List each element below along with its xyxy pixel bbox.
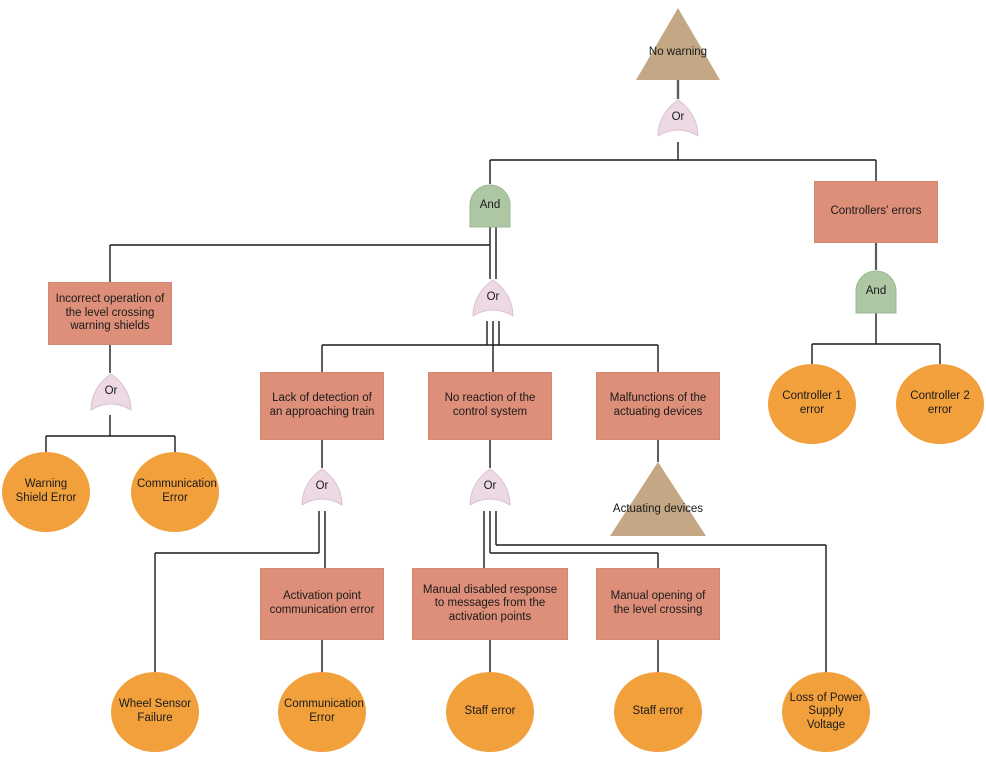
node-no-reaction[interactable]: No reaction of the control system — [428, 372, 552, 440]
node-loss-of-power-supply-voltage[interactable]: Loss of Power Supply Voltage — [782, 672, 870, 752]
node-label: Staff error — [464, 705, 516, 718]
node-label: Staff error — [632, 705, 684, 718]
node-label: Incorrect operation of the level crossin… — [55, 293, 165, 333]
node-controllers-errors[interactable]: Controllers' errors — [814, 181, 938, 243]
gate-label: Or — [104, 384, 118, 397]
node-label: Controller 2 error — [910, 390, 970, 416]
node-actuating-devices[interactable]: Actuating devices — [610, 462, 706, 536]
node-label: Activation point communication error — [269, 590, 375, 616]
triangle-shape — [610, 462, 706, 536]
node-label: Wheel Sensor Failure — [118, 698, 192, 724]
node-wheel-sensor-failure[interactable]: Wheel Sensor Failure — [111, 672, 199, 752]
node-no-warning[interactable]: No warning — [636, 8, 720, 80]
node-warning-shield-error[interactable]: Warning Shield Error — [2, 452, 90, 532]
gate-and-controllers[interactable]: And — [855, 270, 897, 314]
node-label: Warning Shield Error — [15, 478, 77, 504]
fault-tree-diagram: No warning Or Controllers' errors And Co… — [0, 0, 986, 764]
gate-or-lack-of-detection[interactable]: Or — [300, 468, 344, 512]
node-manual-disabled-response[interactable]: Manual disabled response to messages fro… — [412, 568, 568, 640]
node-activation-point[interactable]: Activation point communication error — [260, 568, 384, 640]
triangle-shape — [636, 8, 720, 80]
node-label: Manual disabled response to messages fro… — [422, 583, 558, 623]
node-controller-1-error[interactable]: Controller 1 error — [768, 364, 856, 444]
node-label: Loss of Power Supply Voltage — [789, 691, 863, 731]
gate-label: Or — [315, 479, 329, 492]
node-label: Manual opening of the level crossing — [610, 590, 706, 616]
node-communication-error-2[interactable]: Communication Error — [278, 672, 366, 752]
gate-label: And — [865, 285, 887, 297]
node-label: Communication Error — [284, 698, 364, 724]
gate-and-main[interactable]: And — [469, 184, 511, 228]
gate-label: Or — [483, 479, 497, 492]
node-label: Controller 1 error — [782, 390, 842, 416]
node-label: Lack of detection of an approaching trai… — [269, 392, 375, 418]
gate-label: Or — [486, 290, 500, 303]
gate-or-no-reaction[interactable]: Or — [468, 468, 512, 512]
node-manual-opening[interactable]: Manual opening of the level crossing — [596, 568, 720, 640]
node-label: Controllers' errors — [830, 205, 922, 218]
node-staff-error-1[interactable]: Staff error — [446, 672, 534, 752]
node-label: Communication Error — [137, 478, 217, 504]
gate-label: And — [479, 199, 501, 211]
node-controller-2-error[interactable]: Controller 2 error — [896, 364, 984, 444]
node-communication-error-1[interactable]: Communication Error — [131, 452, 219, 532]
gate-label: Or — [671, 110, 685, 123]
node-lack-of-detection[interactable]: Lack of detection of an approaching trai… — [260, 372, 384, 440]
node-malfunctions[interactable]: Malfunctions of the actuating devices — [596, 372, 720, 440]
gate-or-middle[interactable]: Or — [471, 279, 515, 323]
node-label: Malfunctions of the actuating devices — [609, 392, 707, 418]
node-label: No warning — [648, 46, 708, 59]
node-staff-error-2[interactable]: Staff error — [614, 672, 702, 752]
gate-or-incorrect-operation[interactable]: Or — [89, 373, 133, 417]
node-label: No reaction of the control system — [444, 392, 536, 418]
node-incorrect-operation[interactable]: Incorrect operation of the level crossin… — [48, 282, 172, 345]
node-label: Actuating devices — [612, 502, 704, 515]
gate-or-top[interactable]: Or — [656, 99, 700, 143]
